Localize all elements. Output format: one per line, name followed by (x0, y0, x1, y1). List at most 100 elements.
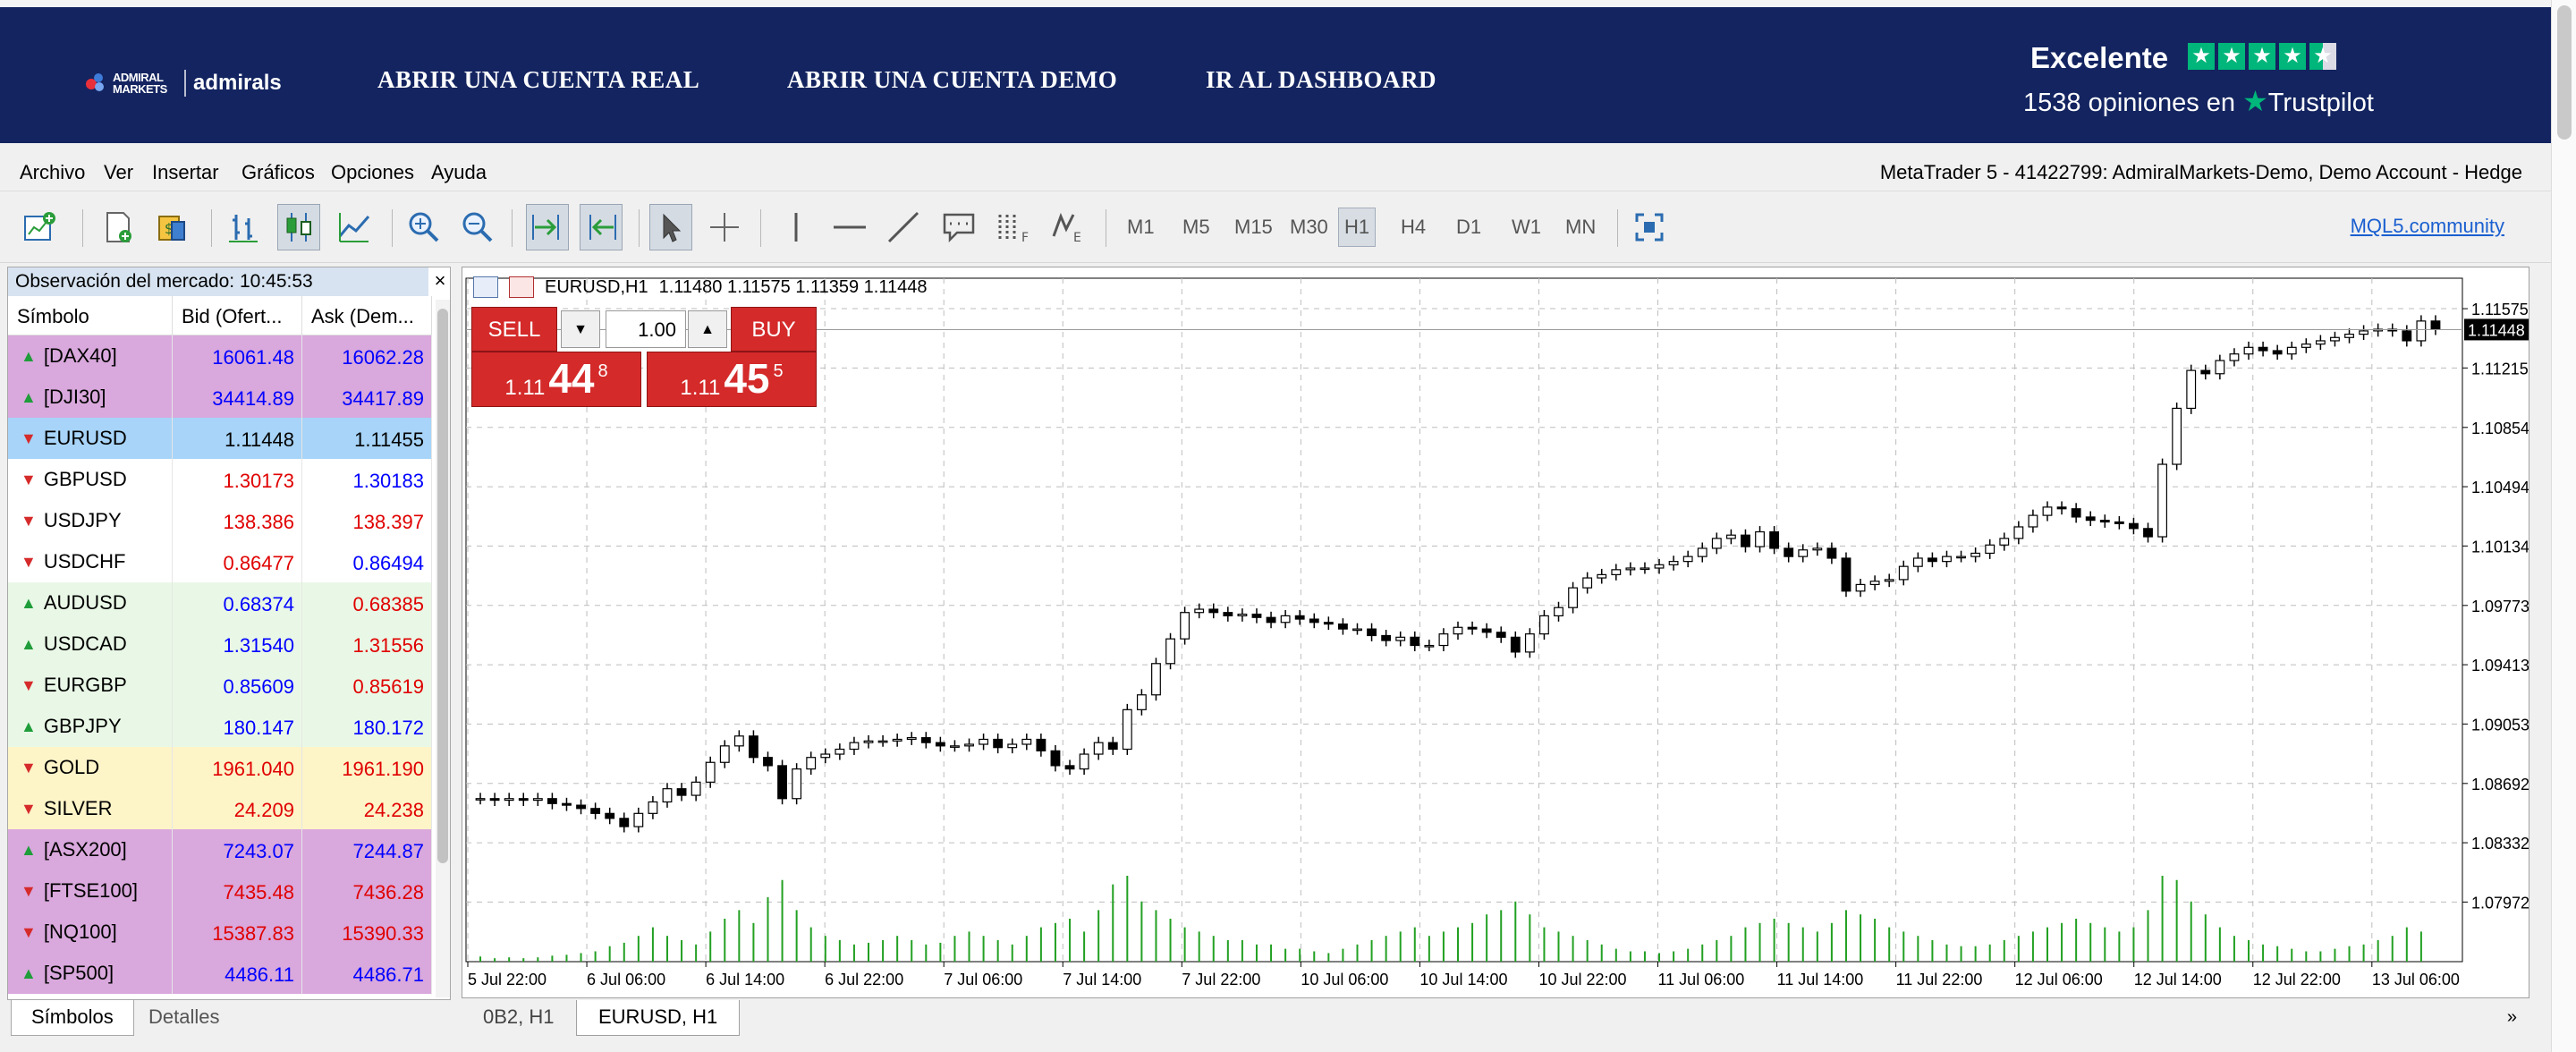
candle (1611, 569, 1622, 575)
admirals-logo[interactable]: ADMIRAL MARKETS admirals (86, 70, 282, 97)
candle (1367, 628, 1377, 637)
chart-window[interactable]: 1.11575 1.11215 1.10854 1.10494 1.10134 1.097… (462, 267, 2529, 998)
trustpilot-reviews[interactable]: 1538 opiniones en ★Trustpilot (2023, 84, 2374, 118)
menu-charts[interactable]: Gráficos (242, 161, 315, 184)
buy-price[interactable]: 1.11 45 5 (647, 352, 817, 407)
market-watch-scrollbar[interactable] (436, 300, 450, 997)
table-row[interactable]: ▼ EURUSD 1.11448 1.11455 (8, 418, 432, 460)
table-row[interactable]: ▼ GBPUSD 1.30173 1.30183 (8, 459, 432, 501)
arrow-down-icon: ▼ (21, 675, 37, 694)
table-row[interactable]: ▲ [DAX40] 16061.48 16062.28 (8, 335, 432, 378)
text-icon[interactable] (937, 204, 980, 250)
candle (1208, 608, 1219, 614)
table-row[interactable]: ▼ EURGBP 0.85609 0.85619 (8, 665, 432, 707)
cursor-icon[interactable] (649, 204, 692, 250)
table-row[interactable]: ▼ SILVER 24.209 24.238 (8, 788, 432, 830)
volume-input[interactable]: 1.00 (606, 310, 686, 348)
symbol-cell: ▲ GBPJPY (8, 706, 173, 747)
chart-menu-icon[interactable] (473, 276, 498, 298)
scrollbar-thumb[interactable] (437, 309, 448, 863)
crosshair-icon[interactable] (703, 204, 746, 250)
timeframe-m5[interactable]: M5 (1177, 208, 1216, 247)
elliott-icon[interactable]: E (1046, 204, 1089, 250)
candlestick-icon[interactable] (277, 204, 320, 250)
line-chart-icon[interactable] (333, 204, 376, 250)
timeframe-m30[interactable]: M30 (1284, 208, 1334, 247)
y-tick-label: 1.07972 (2471, 894, 2529, 912)
table-row[interactable]: ▲ [DJI30] 34414.89 34417.89 (8, 377, 432, 419)
nav-open-demo-account[interactable]: ABRIR UNA CUENTA DEMO (787, 66, 1117, 94)
sell-button[interactable]: SELL (471, 307, 557, 352)
table-row[interactable]: ▲ [ASX200] 7243.07 7244.87 (8, 829, 432, 871)
menu-help[interactable]: Ayuda (431, 161, 487, 184)
sell-price-prefix: 1.11 (504, 376, 546, 400)
buy-button[interactable]: BUY (731, 307, 817, 352)
timeframe-h1[interactable]: H1 (1338, 208, 1377, 247)
new-chart-icon[interactable] (18, 204, 61, 250)
bid-cell: 138.386 (173, 500, 302, 541)
vertical-line-icon[interactable] (775, 204, 818, 250)
nav-open-real-account[interactable]: ABRIR UNA CUENTA REAL (377, 66, 699, 94)
timeframe-d1[interactable]: D1 (1451, 208, 1487, 247)
candle (2416, 320, 2427, 342)
table-row[interactable]: ▼ [FTSE100] 7435.48 7436.28 (8, 870, 432, 912)
autoscroll-icon[interactable] (526, 204, 569, 250)
nav-go-dashboard[interactable]: IR AL DASHBOARD (1206, 66, 1436, 94)
candle (1568, 587, 1579, 608)
chart-shift-icon[interactable] (580, 204, 623, 250)
close-icon[interactable]: × (428, 267, 452, 296)
tab-symbols[interactable]: Símbolos (11, 1000, 134, 1036)
zoom-out-icon[interactable] (456, 204, 499, 250)
menu-insert[interactable]: Insertar (152, 161, 219, 184)
x-tick-label: 11 Jul 14:00 (1777, 971, 1864, 988)
column-bid[interactable]: Bid (Ofert... (173, 296, 302, 335)
chart-tab-eurusd[interactable]: EURUSD, H1 (576, 1000, 741, 1036)
volume-down-button[interactable]: ▼ (561, 310, 600, 348)
timeframe-mn[interactable]: MN (1560, 208, 1601, 247)
sell-price[interactable]: 1.11 44 8 (471, 352, 641, 407)
table-row[interactable]: ▲ USDCAD 1.31540 1.31556 (8, 624, 432, 666)
candle (2042, 506, 2053, 516)
scrollbar-thumb[interactable] (2557, 5, 2572, 140)
menu-options[interactable]: Opciones (331, 161, 414, 184)
candle (2330, 336, 2340, 342)
timeframe-m15[interactable]: M15 (1229, 208, 1278, 247)
table-row[interactable]: ▲ AUDUSD 0.68374 0.68385 (8, 582, 432, 624)
column-ask[interactable]: Ask (Dem... (302, 296, 432, 335)
menu-view[interactable]: Ver (104, 161, 133, 184)
symbol-name: USDCAD (43, 632, 127, 655)
candle (1597, 573, 1607, 579)
horizontal-line-icon[interactable] (828, 204, 871, 250)
fullscreen-icon[interactable] (1628, 204, 1671, 250)
timeframe-w1[interactable]: W1 (1506, 208, 1546, 247)
tab-details[interactable]: Detalles (129, 1000, 239, 1036)
table-row[interactable]: ▼ [NQ100] 15387.83 15390.33 (8, 912, 432, 954)
candle (662, 788, 673, 803)
arrow-down-icon: ▼ (21, 470, 37, 488)
trendline-icon[interactable] (882, 204, 925, 250)
menu-file[interactable]: Archivo (20, 161, 85, 184)
zoom-in-icon[interactable] (402, 204, 445, 250)
bar-chart-icon[interactable] (222, 204, 265, 250)
arrow-up-icon: ▲ (21, 593, 37, 612)
svg-text:E: E (1073, 231, 1081, 245)
timeframe-m1[interactable]: M1 (1122, 208, 1160, 247)
page-scrollbar[interactable] (2551, 0, 2576, 1052)
column-symbol[interactable]: Símbolo (8, 296, 173, 335)
more-tabs-icon[interactable]: » (2507, 1007, 2517, 1028)
mql5-community-link[interactable]: MQL5.community (2351, 215, 2504, 238)
chart-tab-0b2[interactable]: 0B2, H1 (462, 1000, 576, 1036)
algo-trading-icon[interactable]: $ (150, 204, 193, 250)
fibonacci-icon[interactable]: F (991, 204, 1034, 250)
table-row[interactable]: ▼ GOLD 1961.040 1961.190 (8, 747, 432, 789)
timeframe-h4[interactable]: H4 (1395, 208, 1431, 247)
new-order-icon[interactable] (97, 204, 140, 250)
table-row[interactable]: ▼ USDJPY 138.386 138.397 (8, 500, 432, 542)
table-row[interactable]: ▲ [SP500] 4486.11 4486.71 (8, 953, 432, 995)
table-row[interactable]: ▼ USDCHF 0.86477 0.86494 (8, 541, 432, 583)
table-row[interactable]: ▲ GBPJPY 180.147 180.172 (8, 706, 432, 748)
toolbar-separator (639, 209, 640, 247)
x-tick-label: 6 Jul 06:00 (587, 971, 665, 988)
bid-cell: 1.11448 (173, 418, 302, 459)
volume-up-button[interactable]: ▲ (688, 310, 727, 348)
